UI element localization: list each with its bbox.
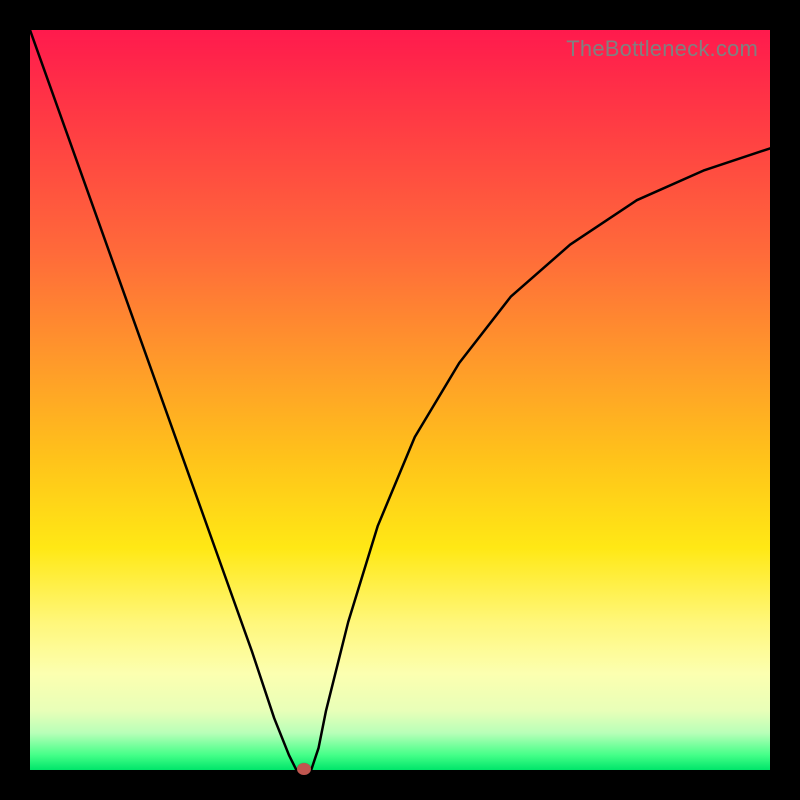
watermark-text: TheBottleneck.com: [566, 36, 758, 62]
plot-area: TheBottleneck.com: [30, 30, 770, 770]
minimum-marker: [297, 763, 311, 775]
chart-frame: TheBottleneck.com: [0, 0, 800, 800]
bottleneck-curve: [30, 30, 770, 770]
